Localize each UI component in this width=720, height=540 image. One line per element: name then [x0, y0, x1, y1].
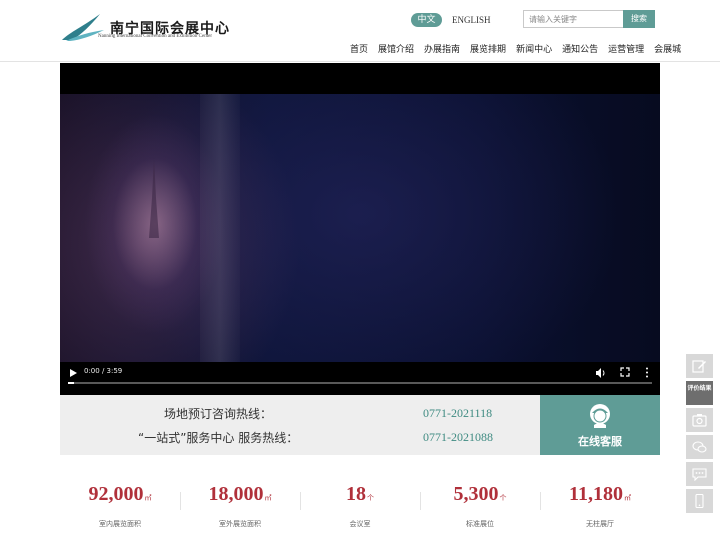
nav-item-home[interactable]: 首页 [350, 42, 368, 55]
service-hotline-label: “一站式”服务中心 服务热线： [138, 431, 299, 445]
lang-chinese-button[interactable]: 中文 [411, 13, 442, 27]
stat-item: 18个 会议室 [300, 470, 420, 530]
message-icon [692, 468, 707, 481]
stat-unit: 个 [499, 494, 507, 502]
lang-english-link[interactable]: ENGLISH [452, 13, 491, 27]
video-controls: 0:00 / 3:59 [60, 362, 660, 395]
online-service-label: 在线客服 [578, 435, 622, 448]
feedback-result-button[interactable]: 评价结果 [686, 381, 713, 405]
stat-label: 无柱展厅 [586, 520, 614, 528]
mobile-icon [695, 494, 704, 508]
hotline-band: 场地预订咨询热线： 0771-2021118 “一站式”服务中心 服务热线： 0… [60, 395, 540, 455]
stat-value: 18,000㎡ [208, 483, 272, 505]
video-time: 0:00 / 3:59 [84, 367, 123, 375]
search-button[interactable]: 搜索 [623, 10, 655, 28]
stat-unit: ㎡ [264, 494, 272, 502]
stat-item: 18,000㎡ 室外展览面积 [180, 470, 300, 530]
venue-hotline-label: 场地预订咨询热线： [164, 407, 273, 421]
stat-item: 5,300个 标准展位 [420, 470, 540, 530]
venue-hotline-number: 0771-2021118 [423, 406, 493, 420]
camera-button[interactable] [686, 408, 713, 432]
service-hotline-number: 0771-2021088 [423, 430, 493, 444]
nav-item-venue[interactable]: 展馆介绍 [378, 42, 414, 55]
main-nav: 首页 展馆介绍 办展指南 展览排期 新闻中心 通知公告 运营管理 会展城 [350, 42, 681, 55]
video-light-streak [200, 94, 240, 362]
stat-label: 室外展览面积 [219, 520, 261, 528]
more-options-icon[interactable] [645, 367, 649, 378]
nav-item-operations[interactable]: 运营管理 [608, 42, 644, 55]
feedback-result-label: 评价结果 [687, 385, 712, 392]
stat-value: 11,180㎡ [569, 483, 631, 505]
video-progress-track[interactable] [68, 382, 652, 384]
stat-value: 92,000㎡ [88, 483, 152, 505]
nav-item-guide[interactable]: 办展指南 [424, 42, 460, 55]
customer-service-icon [590, 404, 610, 428]
stat-label: 室内展览面积 [99, 520, 141, 528]
stat-label: 会议室 [349, 520, 371, 528]
venue-stats: 92,000㎡ 室内展览面积 18,000㎡ 室外展览面积 18个 会议室 5,… [60, 470, 660, 530]
nav-item-news[interactable]: 新闻中心 [516, 42, 552, 55]
camera-icon [692, 414, 707, 427]
stat-unit: ㎡ [144, 494, 152, 502]
video-spire-silhouette [149, 158, 159, 238]
edit-icon [692, 360, 706, 373]
wechat-icon [692, 441, 707, 453]
fullscreen-icon[interactable] [620, 367, 630, 377]
nav-item-schedule[interactable]: 展览排期 [470, 42, 506, 55]
volume-icon[interactable] [595, 367, 607, 379]
play-icon[interactable] [68, 368, 78, 378]
logo-name-en: Nanning International Convention and Exh… [98, 34, 213, 39]
stat-value: 18个 [346, 483, 374, 505]
video-player[interactable]: 0:00 / 3:59 [60, 63, 660, 395]
floating-sidebar: 评价结果 [686, 354, 713, 516]
stat-label: 标准展位 [466, 520, 494, 528]
nav-item-notices[interactable]: 通知公告 [562, 42, 598, 55]
stat-unit: 个 [367, 494, 374, 502]
stat-item: 92,000㎡ 室内展览面积 [60, 470, 180, 530]
online-service-button[interactable]: 在线客服 [540, 395, 660, 455]
wechat-button[interactable] [686, 435, 713, 459]
site-header: 南宁国际会展中心 Nanning International Conventio… [0, 0, 720, 62]
message-button[interactable] [686, 462, 713, 486]
site-logo[interactable]: 南宁国际会展中心 Nanning International Conventio… [60, 12, 230, 44]
nav-item-expo-city[interactable]: 会展城 [654, 42, 681, 55]
edit-button[interactable] [686, 354, 713, 378]
video-progress-fill [68, 382, 74, 384]
mobile-button[interactable] [686, 489, 713, 513]
search-input[interactable] [523, 10, 623, 28]
stat-item: 11,180㎡ 无柱展厅 [540, 470, 660, 530]
stat-value: 5,300个 [453, 483, 507, 505]
stat-unit: ㎡ [623, 494, 631, 502]
